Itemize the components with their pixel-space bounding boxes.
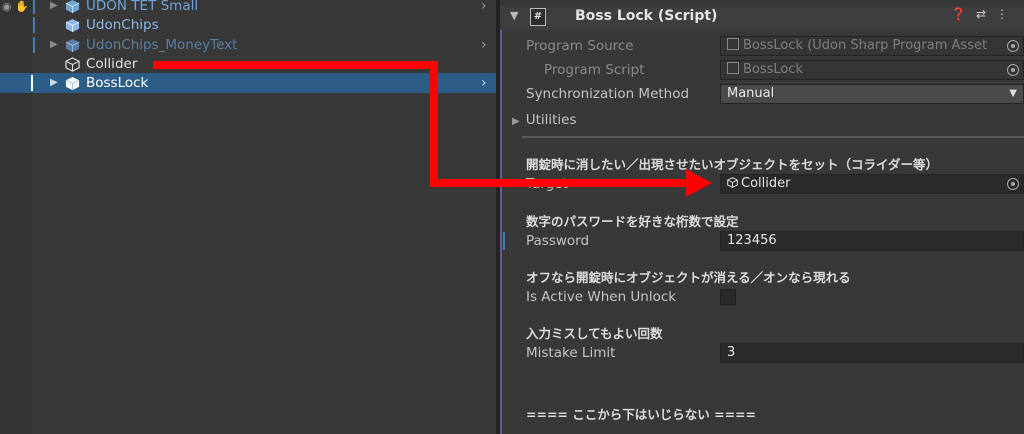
annotation-arrow-head	[686, 169, 712, 197]
annotation-overlay	[153, 61, 712, 197]
annotation-arrow-line	[153, 61, 690, 187]
